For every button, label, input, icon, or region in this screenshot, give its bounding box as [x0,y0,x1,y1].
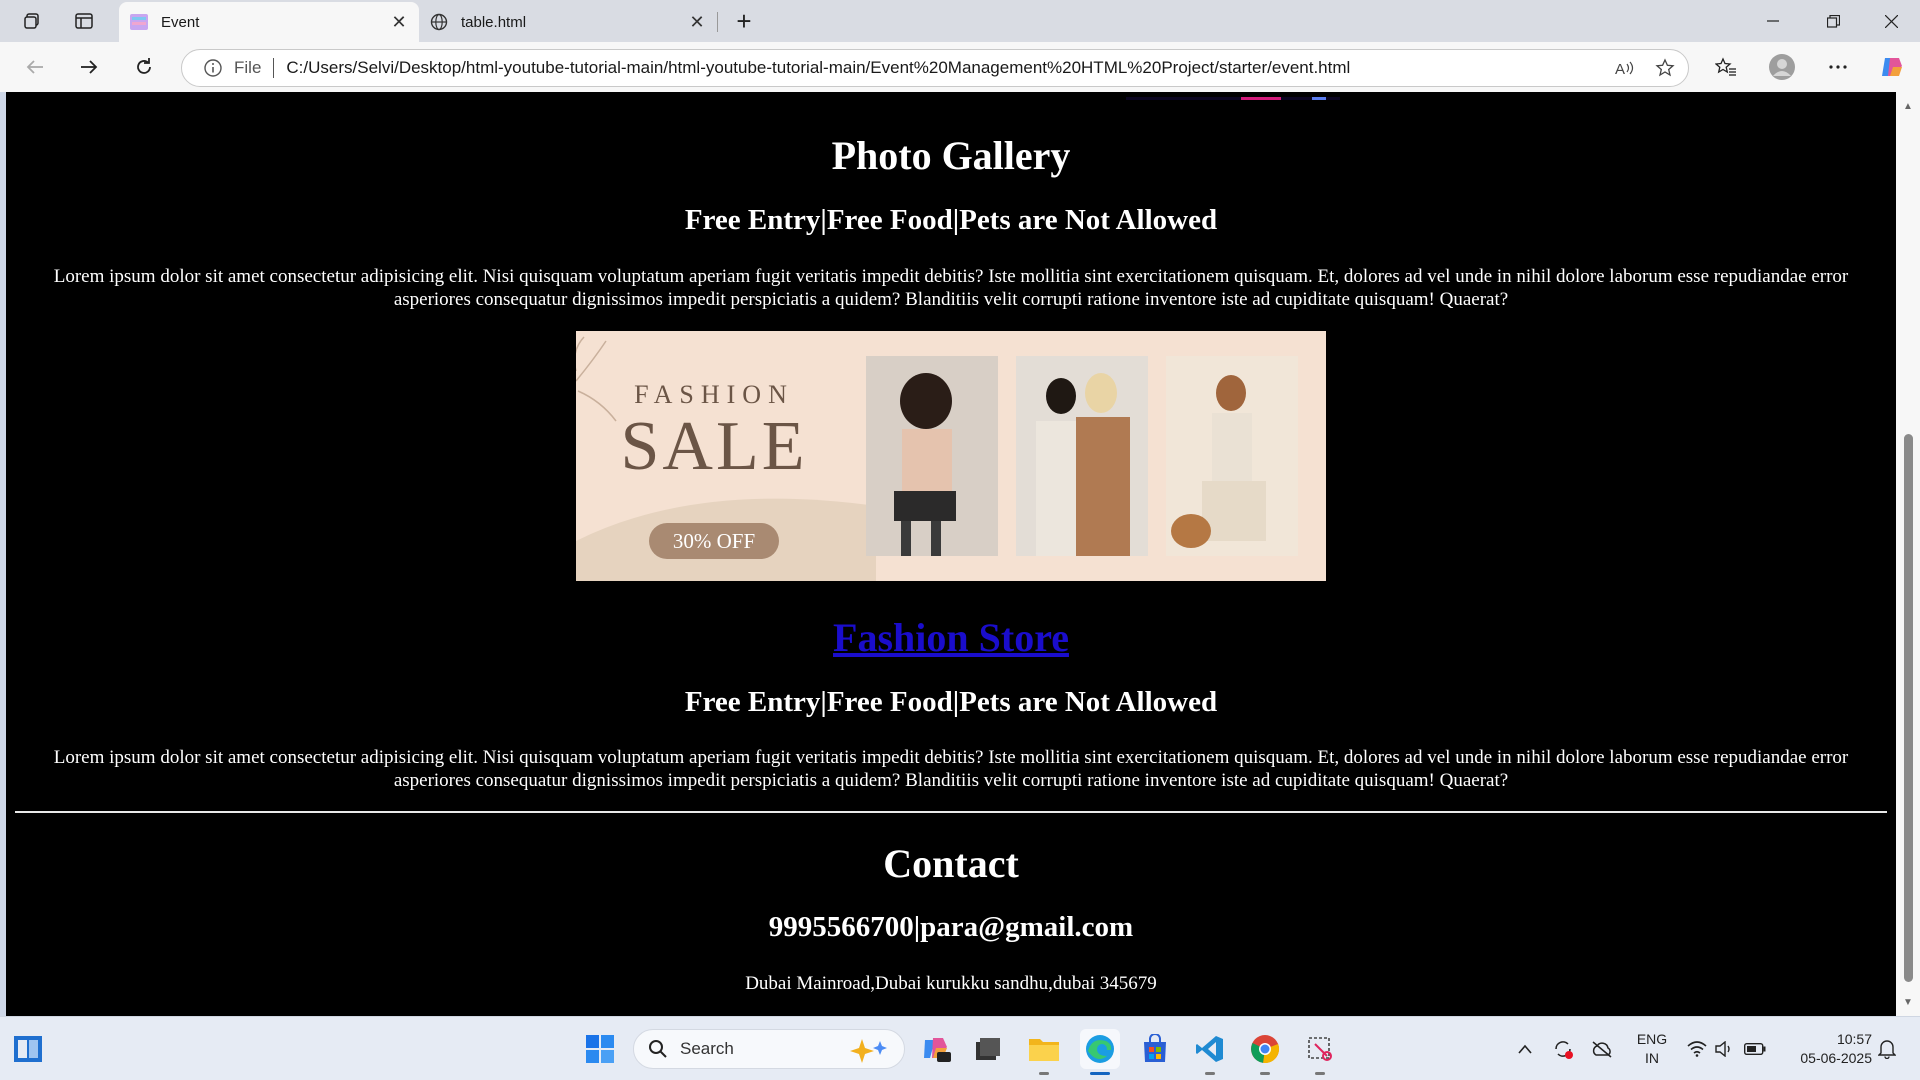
forward-button[interactable] [71,51,107,83]
read-aloud-icon[interactable]: A [1608,53,1642,83]
sparkle-icon [848,1037,892,1063]
restore-button[interactable] [1804,0,1862,42]
model-photo-3 [1166,356,1298,556]
scroll-down-arrow-icon[interactable]: ▼ [1902,996,1914,1008]
page-content: Photo Gallery Free Entry|Free Food|Pets … [6,92,1896,1016]
clock-date: 05-06-2025 [1800,1050,1872,1066]
new-tab-button[interactable]: + [728,6,760,36]
profile-avatar-icon[interactable] [1764,51,1800,83]
battery-icon[interactable] [1740,1031,1770,1067]
copilot-icon[interactable] [1874,51,1910,83]
chrome-icon[interactable] [1245,1029,1285,1075]
vscode-icon[interactable] [1190,1029,1230,1075]
fashion-sale-banner: FASHION SALE 30% OFF [573,331,1326,581]
event-description: Lorem ipsum dolor sit amet consectetur a… [53,266,1849,310]
wifi-icon[interactable] [1682,1031,1712,1067]
close-tab-icon[interactable]: ✕ [387,10,411,34]
file-explorer-icon[interactable] [1024,1029,1064,1075]
windows-taskbar: Search ENG IN 10:57 05-06-2025 [0,1016,1920,1080]
running-indicator [1039,1072,1049,1075]
previous-image-edge [1126,92,1340,100]
region-code: IN [1645,1050,1659,1066]
page-scrollbar[interactable]: ▲ ▼ [1896,92,1920,1016]
close-window-button[interactable] [1862,0,1920,42]
scheme-divider [273,58,275,78]
clock-time: 10:57 [1836,1031,1872,1047]
edge-browser-icon[interactable] [1080,1029,1120,1075]
favorite-star-icon[interactable] [1648,53,1682,83]
event-info-heading: Free Entry|Free Food|Pets are Not Allowe… [684,204,1218,236]
vertical-tabs-icon[interactable] [68,6,100,36]
address-bar[interactable]: File C:/Users/Selvi/Desktop/html-youtube… [181,49,1689,87]
fashion-store-link[interactable]: Fashion Store [6,614,1896,661]
scrollbar-thumb[interactable] [1904,434,1913,982]
back-button[interactable] [17,51,53,83]
workspaces-icon[interactable] [16,6,48,36]
banner-line2: SALE [621,408,808,485]
contact-address: Dubai Mainroad,Dubai kurukku sandhu,duba… [745,973,1157,994]
store-description: Lorem ipsum dolor sit amet consectetur a… [53,747,1849,791]
sync-icon[interactable] [1548,1031,1578,1067]
tab-title: table.html [461,13,527,31]
system-clock[interactable]: 10:57 05-06-2025 [1780,1030,1872,1068]
search-label: Search [680,1039,734,1058]
widgets-icon[interactable] [8,1029,48,1069]
language-code: ENG [1636,1031,1668,1047]
more-options-icon[interactable] [1820,51,1856,83]
store-info-heading: Free Entry|Free Food|Pets are Not Allowe… [684,686,1218,718]
model-photo-1 [866,356,998,556]
snipping-tool-icon[interactable] [1300,1029,1340,1075]
banner-line1: FASHION [634,380,794,409]
refresh-button[interactable] [126,51,162,83]
language-indicator[interactable]: ENG IN [1630,1030,1674,1068]
url-text[interactable]: C:/Users/Selvi/Desktop/html-youtube-tuto… [286,58,1608,78]
tab-table-html[interactable]: table.html ✕ [419,2,717,42]
info-icon[interactable] [202,57,224,79]
task-view-icon[interactable] [968,1029,1008,1069]
contact-details: 9995566700|para@gmail.com [768,911,1134,943]
running-indicator [1315,1072,1325,1075]
volume-icon[interactable] [1712,1031,1738,1067]
globe-icon [429,13,449,31]
tab-title: Event [161,13,200,31]
close-tab-icon[interactable]: ✕ [685,10,709,34]
toolbar: File C:/Users/Selvi/Desktop/html-youtube… [0,42,1920,92]
contact-heading: Contact [883,841,1019,886]
start-button-icon[interactable] [580,1029,620,1069]
svg-text:A: A [1615,61,1625,77]
running-indicator [1205,1072,1215,1075]
favorites-icon[interactable] [1708,51,1744,83]
photo-gallery-heading: Photo Gallery [831,133,1071,178]
store-icon[interactable] [1135,1029,1175,1069]
section-divider [15,811,1887,813]
show-hidden-icons-chevron-icon[interactable] [1510,1031,1540,1067]
minimize-button[interactable] [1744,0,1802,42]
search-icon [648,1039,668,1059]
scroll-up-arrow-icon[interactable]: ▲ [1902,100,1914,112]
page-favicon-icon [129,13,149,31]
scheme-label: File [234,58,262,77]
model-photo-2 [1016,356,1148,556]
tab-event[interactable]: Event ✕ [119,2,419,42]
tab-strip: Event ✕ table.html ✕ + [0,0,1920,42]
tab-divider [717,12,718,32]
onedrive-offline-icon[interactable] [1586,1031,1618,1067]
copilot-app-icon[interactable] [917,1029,957,1069]
running-indicator [1090,1072,1110,1075]
banner-badge: 30% OFF [673,529,755,553]
notification-bell-icon[interactable] [1872,1031,1902,1067]
taskbar-search-input[interactable]: Search [633,1029,905,1069]
running-indicator [1260,1072,1270,1075]
